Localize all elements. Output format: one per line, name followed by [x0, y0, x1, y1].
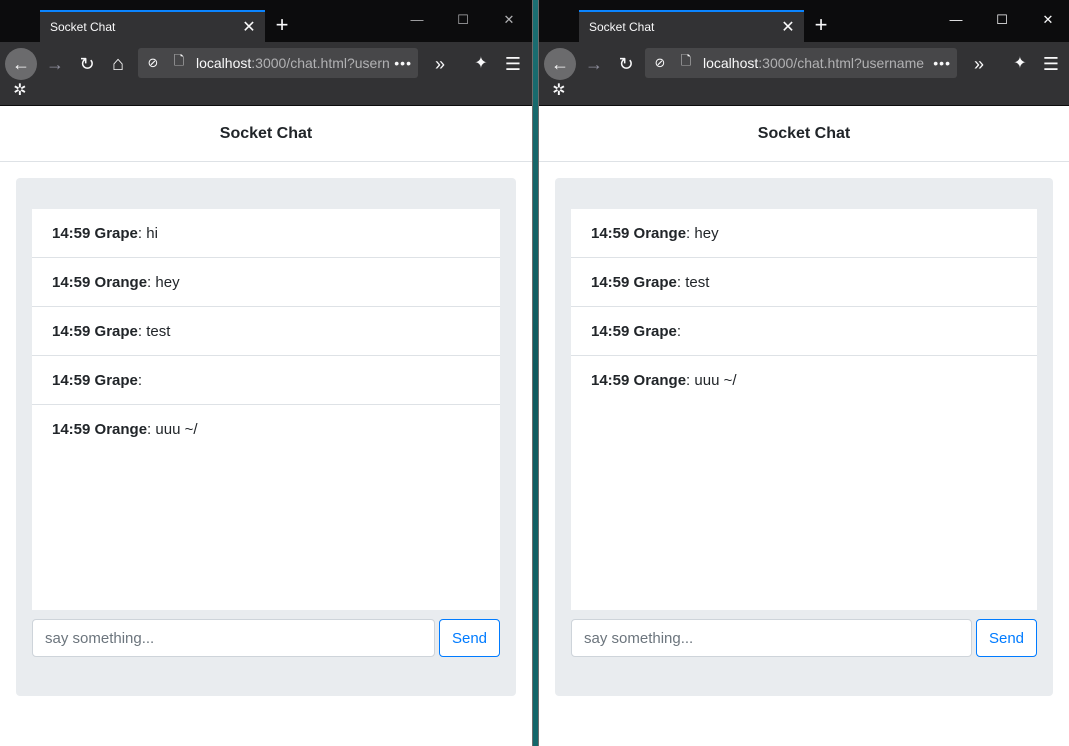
- extension-icon[interactable]: ✦: [466, 49, 496, 79]
- new-tab-icon[interactable]: +: [807, 12, 835, 40]
- message-input[interactable]: [571, 619, 972, 657]
- forward-icon[interactable]: →: [40, 49, 70, 79]
- url-bar[interactable]: ⊘ 🗋 localhost:3000/chat.html?usern •••: [138, 48, 418, 78]
- list-item: 14:59 Orange: uuu ~/: [32, 405, 500, 454]
- reload-icon[interactable]: ↻: [611, 49, 641, 79]
- message-text: : uuu ~/: [147, 421, 198, 438]
- nav-toolbar: ← → ↻ ⊘ 🗋 localhost:3000/chat.html?usern…: [539, 42, 1069, 106]
- list-item: 14:59 Grape: test: [32, 307, 500, 356]
- page-info-icon[interactable]: 🗋: [677, 52, 695, 74]
- url-host: localhost: [703, 55, 759, 71]
- url-bar[interactable]: ⊘ 🗋 localhost:3000/chat.html?username ••…: [645, 48, 957, 78]
- url-rest: :3000/chat.html?username: [758, 55, 925, 71]
- close-tab-icon[interactable]: ✕: [776, 15, 800, 39]
- tab-title: Socket Chat: [50, 20, 116, 34]
- message-meta: 14:59 Grape: [591, 273, 677, 291]
- message-text: : uuu ~/: [686, 372, 737, 389]
- home-icon[interactable]: ⌂: [103, 49, 133, 79]
- message-meta: 14:59 Grape: [52, 371, 138, 389]
- minimize-icon[interactable]: —: [405, 8, 429, 32]
- maximize-icon[interactable]: ☐: [990, 8, 1014, 32]
- message-meta: 14:59 Orange: [591, 224, 687, 242]
- chat-card: 14:59 Orange: hey 14:59 Grape: test 14:59 …: [555, 178, 1053, 696]
- message-text: : test: [676, 273, 710, 291]
- message-meta: 14:59 Orange: [591, 372, 687, 389]
- message-text: : hey: [686, 224, 719, 242]
- tab-socket-chat[interactable]: Socket Chat ✕: [40, 10, 265, 42]
- tab-bar: Socket Chat ✕ + — ☐ ✕: [0, 0, 532, 42]
- message-text: : hi: [137, 224, 158, 242]
- list-item: 14:59 Orange: hey: [571, 209, 1037, 258]
- menu-icon[interactable]: ☰: [498, 49, 528, 79]
- back-icon[interactable]: ←: [544, 48, 576, 80]
- page-title: Socket Chat: [0, 106, 532, 162]
- extension-icon[interactable]: ✦: [1005, 49, 1035, 79]
- page-actions-icon[interactable]: •••: [933, 48, 951, 78]
- nav-toolbar: ← → ↻ ⌂ ⊘ 🗋 localhost:3000/chat.html?use…: [0, 42, 532, 106]
- overflow-icon[interactable]: »: [964, 49, 994, 79]
- window-close-icon[interactable]: ✕: [497, 8, 521, 32]
- tracking-protection-icon[interactable]: ⊘: [651, 55, 669, 71]
- message-meta: 14:59 Grape: [52, 224, 138, 242]
- message-text: : test: [137, 322, 171, 340]
- tab-socket-chat[interactable]: Socket Chat ✕: [579, 10, 804, 42]
- page-info-icon[interactable]: 🗋: [170, 52, 188, 74]
- page-actions-icon[interactable]: •••: [394, 48, 412, 78]
- settings-icon[interactable]: ✲: [6, 78, 34, 104]
- compose-row: Send: [571, 619, 1037, 657]
- chat-card: 14:59 Grape: hi 14:59 Orange: hey 14:59 Gr…: [16, 178, 516, 696]
- close-tab-icon[interactable]: ✕: [237, 15, 261, 39]
- list-item: 14:59 Grape: test: [571, 258, 1037, 307]
- window-close-icon[interactable]: ✕: [1036, 8, 1060, 32]
- page-title: Socket Chat: [539, 106, 1069, 162]
- message-meta: 14:59 Grape: [52, 322, 138, 340]
- compose-row: Send: [32, 619, 500, 657]
- url-host: localhost: [196, 55, 252, 71]
- menu-icon[interactable]: ☰: [1036, 49, 1066, 79]
- list-item: 14:59 Grape: hi: [32, 209, 500, 258]
- message-text: : hey: [147, 273, 180, 291]
- browser-window-left: Socket Chat ✕ + — ☐ ✕ ← → ↻ ⌂ ⊘ 🗋 localh…: [0, 0, 533, 746]
- forward-icon[interactable]: →: [579, 49, 609, 79]
- tab-bar: Socket Chat ✕ + — ☐ ✕: [539, 0, 1069, 42]
- message-list: 14:59 Grape: hi 14:59 Orange: hey 14:59 Gr…: [32, 209, 500, 610]
- send-button[interactable]: Send: [976, 619, 1037, 657]
- overflow-icon[interactable]: »: [425, 49, 455, 79]
- tracking-protection-icon[interactable]: ⊘: [144, 55, 162, 71]
- message-meta: 14:59 Grape: [591, 322, 677, 340]
- list-item: 14:59 Orange: uuu ~/: [571, 356, 1037, 405]
- reload-icon[interactable]: ↻: [72, 49, 102, 79]
- message-meta: 14:59 Orange: [52, 421, 148, 438]
- new-tab-icon[interactable]: +: [268, 12, 296, 40]
- minimize-icon[interactable]: —: [944, 8, 968, 32]
- list-item: 14:59 Orange: hey: [32, 258, 500, 307]
- message-text: :: [676, 322, 682, 340]
- message-text: :: [137, 371, 143, 389]
- list-item: 14:59 Grape:: [571, 307, 1037, 356]
- url-rest: :3000/chat.html?usern: [251, 55, 390, 71]
- send-button[interactable]: Send: [439, 619, 500, 657]
- message-meta: 14:59 Orange: [52, 273, 148, 291]
- back-icon[interactable]: ←: [5, 48, 37, 80]
- list-item: 14:59 Grape:: [32, 356, 500, 405]
- message-input[interactable]: [32, 619, 435, 657]
- maximize-icon[interactable]: ☐: [451, 8, 475, 32]
- tab-title: Socket Chat: [589, 20, 655, 34]
- message-list: 14:59 Orange: hey 14:59 Grape: test 14:59 …: [571, 209, 1037, 610]
- settings-icon[interactable]: ✲: [545, 78, 573, 104]
- browser-window-right: Socket Chat ✕ + — ☐ ✕ ← → ↻ ⊘ 🗋 localhos…: [538, 0, 1069, 746]
